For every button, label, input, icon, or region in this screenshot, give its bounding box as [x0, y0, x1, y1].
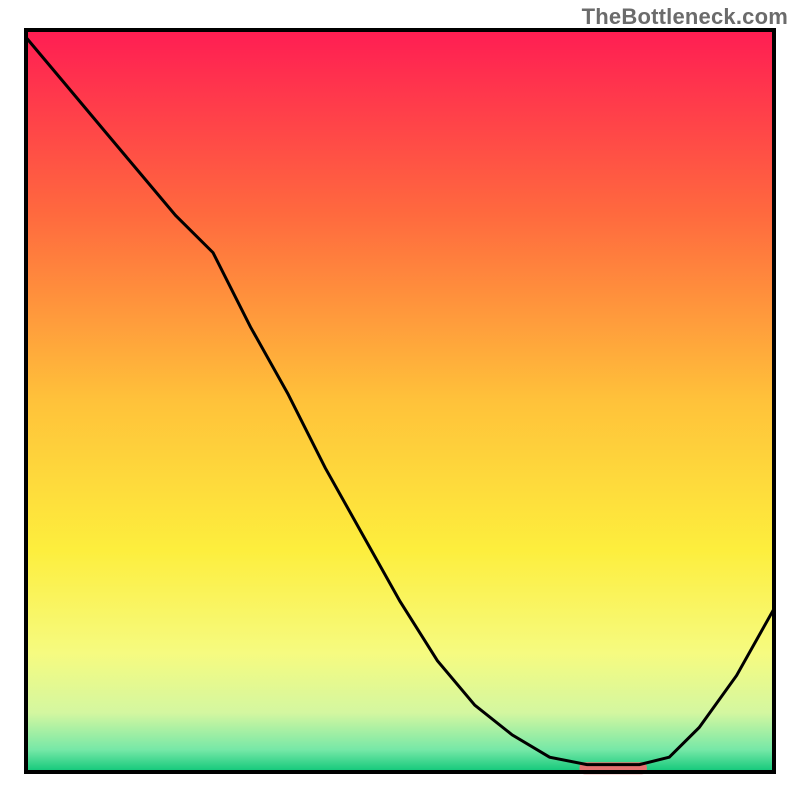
attribution-label: TheBottleneck.com: [582, 4, 788, 30]
plot-area: [26, 30, 774, 774]
gradient-background: [26, 30, 774, 772]
chart-container: TheBottleneck.com: [0, 0, 800, 800]
bottleneck-chart: [0, 0, 800, 800]
